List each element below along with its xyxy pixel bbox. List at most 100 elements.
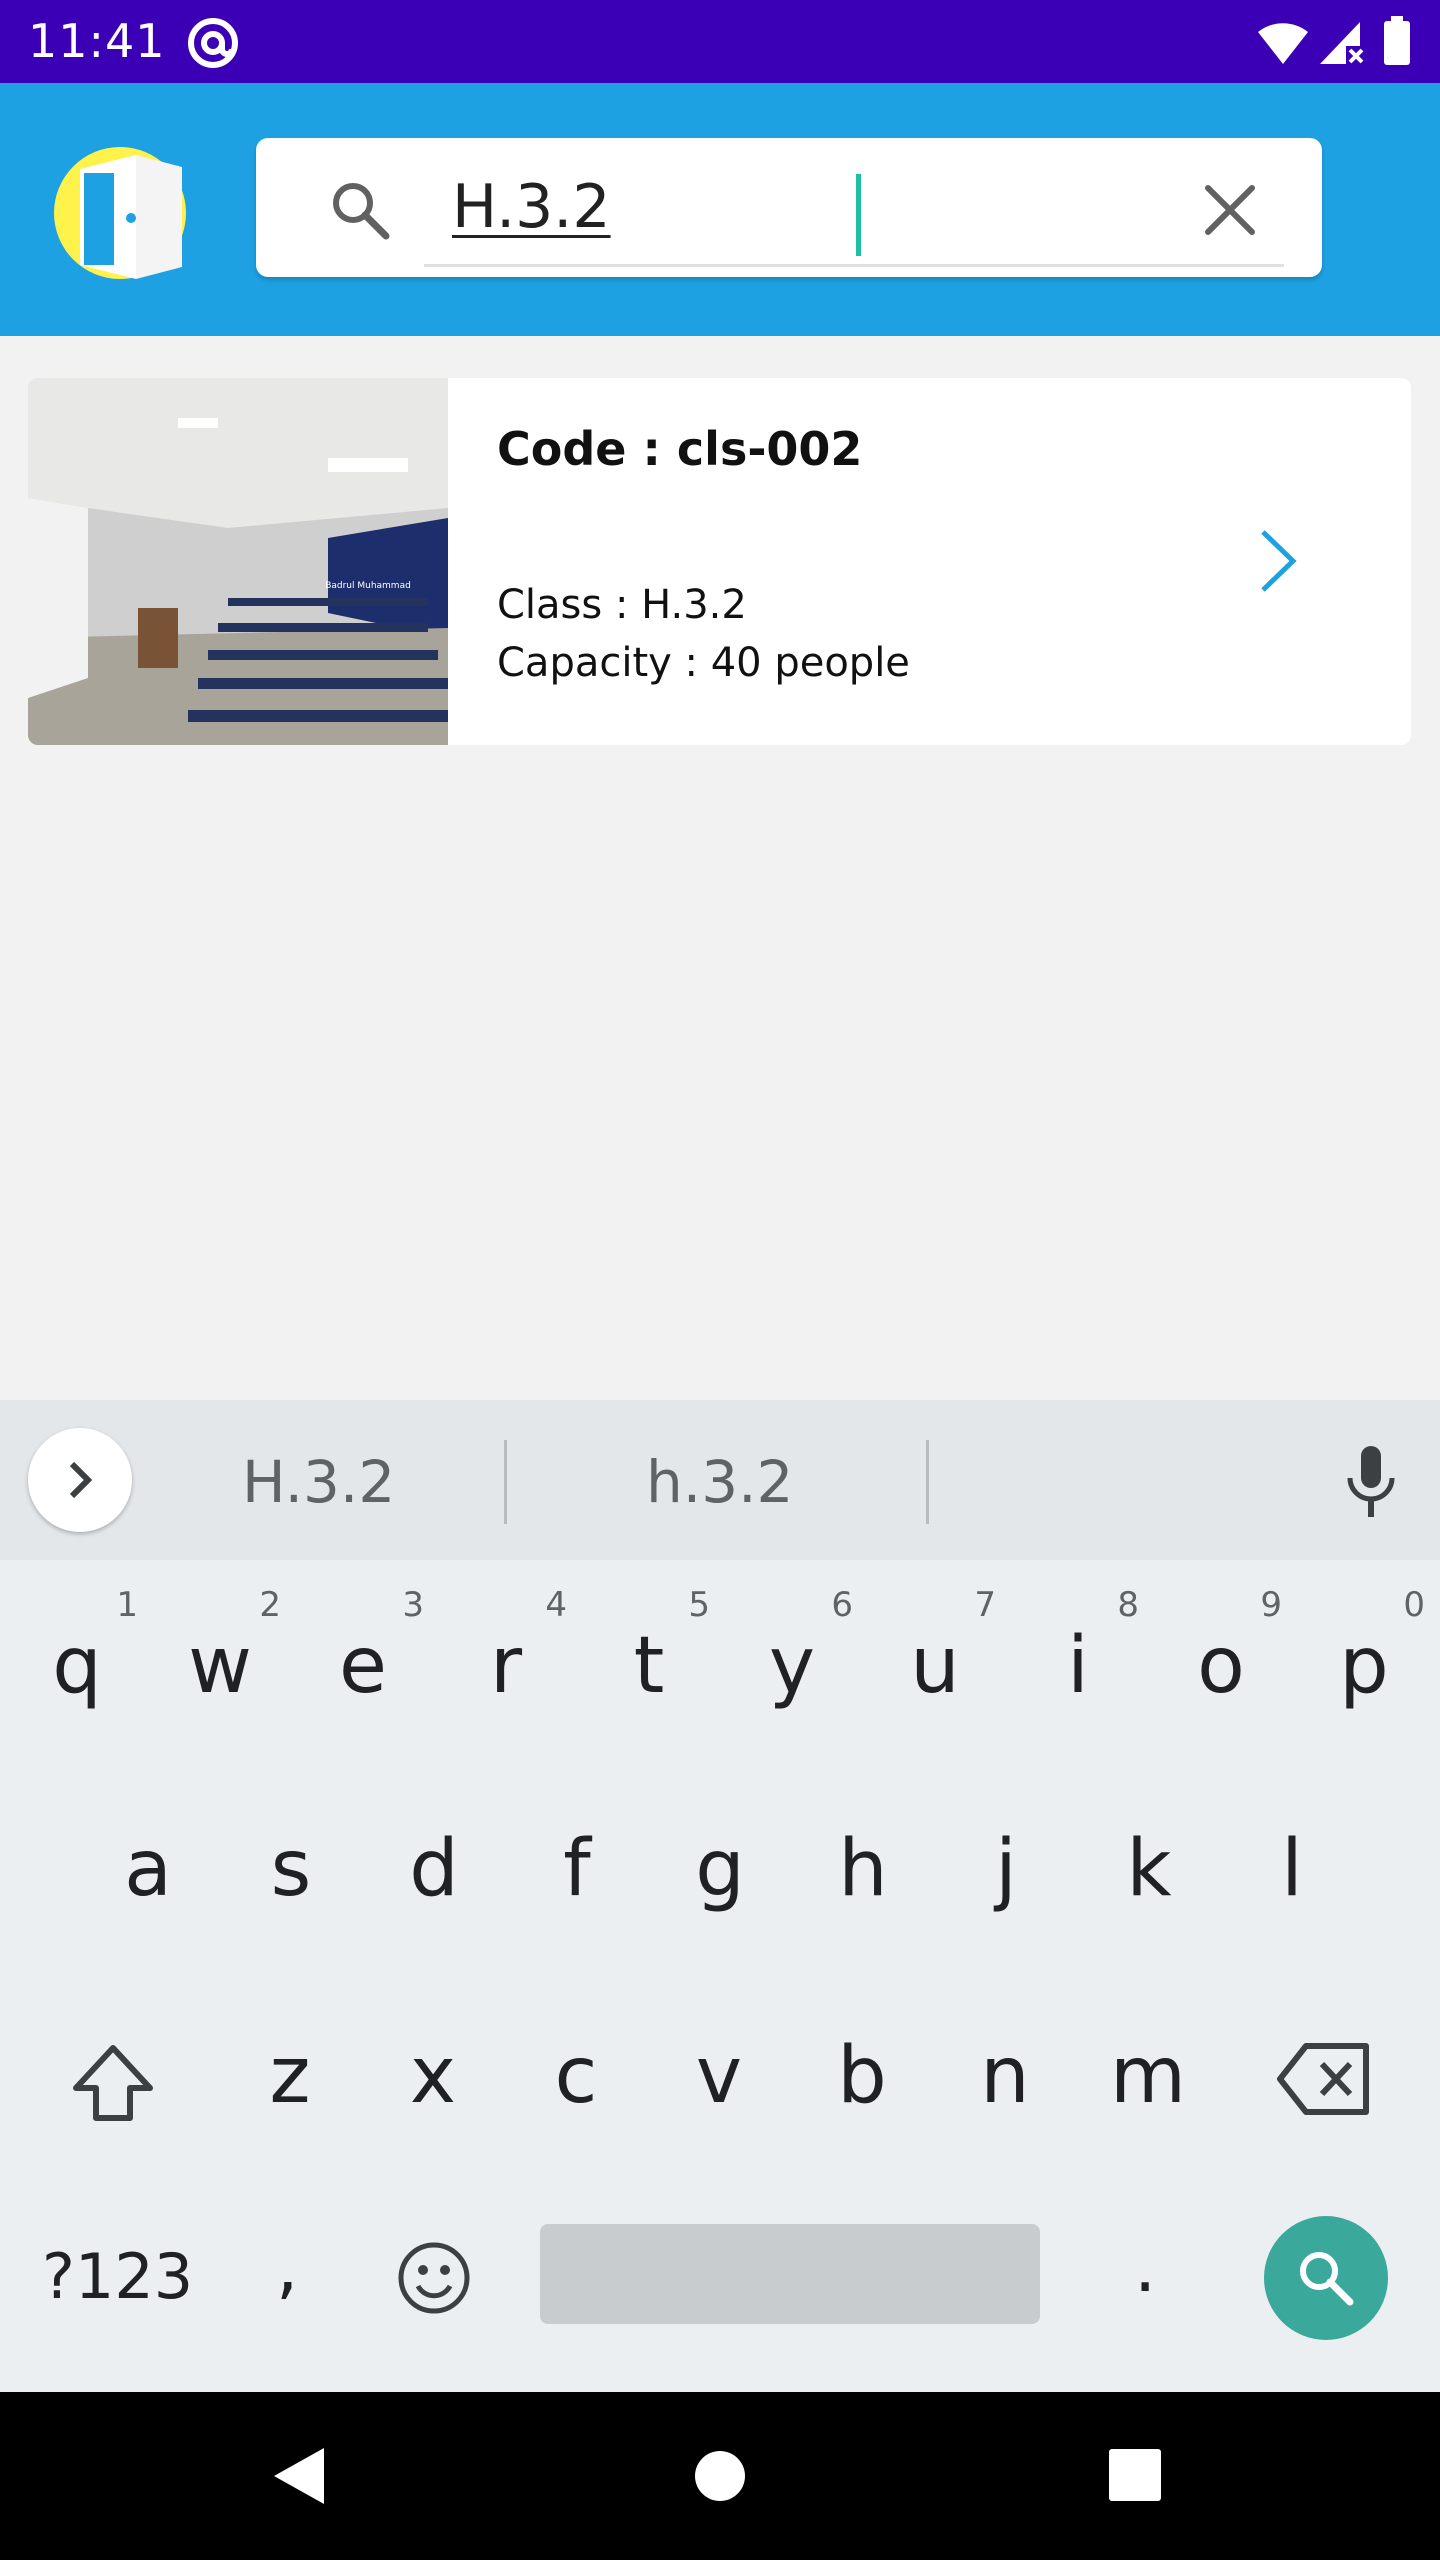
- keyboard-search-button[interactable]: [1264, 2216, 1388, 2340]
- key-label: e: [339, 1621, 387, 1711]
- period-key[interactable]: .: [1134, 2226, 1156, 2308]
- key-w[interactable]: w2: [149, 1565, 291, 1745]
- emoji-icon[interactable]: [396, 2240, 472, 2316]
- key-label: p: [1339, 1621, 1389, 1711]
- soft-keyboard: H.3.2 h.3.2 q1w2e3r4t5y6u7i8o9p0 asdfghj…: [0, 1400, 1440, 2392]
- key-label: z: [269, 2031, 311, 2121]
- key-h[interactable]: h: [792, 1768, 934, 1948]
- status-bar: 11:41: [0, 0, 1440, 83]
- key-a[interactable]: a: [77, 1768, 219, 1948]
- search-icon: [1300, 2252, 1354, 2306]
- key-label: q: [52, 1621, 102, 1711]
- suggestion-divider: [504, 1440, 507, 1524]
- key-label: j: [995, 1824, 1017, 1914]
- nav-home-icon[interactable]: [694, 2450, 746, 2502]
- key-hint: 7: [974, 1585, 996, 1625]
- key-label: t: [633, 1621, 665, 1711]
- suggestion-divider: [926, 1440, 929, 1524]
- suggestion-strip: H.3.2 h.3.2: [0, 1400, 1440, 1560]
- key-hint: 6: [831, 1585, 853, 1625]
- key-b[interactable]: b: [791, 1975, 933, 2155]
- nav-back-icon[interactable]: [268, 2444, 330, 2508]
- key-q[interactable]: q1: [6, 1565, 148, 1745]
- door-logo-icon[interactable]: [52, 145, 192, 285]
- key-label: n: [980, 2031, 1030, 2121]
- spacebar[interactable]: [540, 2224, 1040, 2324]
- key-t[interactable]: t5: [578, 1565, 720, 1745]
- classroom-result-card[interactable]: Badrul Muhammad Code : cls-002 Class : H…: [28, 378, 1411, 745]
- chevron-right-small-icon: [69, 1461, 93, 1499]
- key-label: i: [1067, 1621, 1089, 1711]
- key-i[interactable]: i8: [1007, 1565, 1149, 1745]
- classroom-class: Class : H.3.2: [497, 582, 747, 628]
- status-time: 11:41: [28, 14, 166, 68]
- app-bar: [0, 83, 1440, 336]
- key-l[interactable]: l: [1221, 1768, 1363, 1948]
- shift-icon[interactable]: [70, 2040, 156, 2126]
- key-e[interactable]: e3: [292, 1565, 434, 1745]
- chevron-right-icon[interactable]: [1253, 526, 1303, 596]
- nav-recents-icon[interactable]: [1108, 2448, 1162, 2502]
- key-label: d: [409, 1824, 459, 1914]
- key-s[interactable]: s: [220, 1768, 362, 1948]
- navigation-bar: [0, 2392, 1440, 2560]
- key-label: k: [1126, 1824, 1172, 1914]
- key-y[interactable]: y6: [721, 1565, 863, 1745]
- key-hint: 5: [688, 1585, 710, 1625]
- key-label: c: [554, 2031, 598, 2121]
- backspace-icon[interactable]: [1276, 2040, 1372, 2118]
- key-n[interactable]: n: [934, 1975, 1076, 2155]
- at-sign-icon: [188, 18, 238, 68]
- key-label: s: [270, 1824, 312, 1914]
- suggestion-1[interactable]: H.3.2: [242, 1448, 395, 1516]
- key-label: l: [1281, 1824, 1303, 1914]
- key-label: x: [409, 2031, 457, 2121]
- key-label: h: [838, 1824, 888, 1914]
- key-g[interactable]: g: [649, 1768, 791, 1948]
- key-r[interactable]: r4: [435, 1565, 577, 1745]
- symbols-key[interactable]: ?123: [42, 2240, 193, 2313]
- key-hint: 9: [1260, 1585, 1282, 1625]
- key-label: v: [695, 2031, 743, 2121]
- key-hint: 3: [402, 1585, 424, 1625]
- expand-toolbar-button[interactable]: [28, 1428, 132, 1532]
- comma-key[interactable]: ,: [276, 2226, 298, 2308]
- key-label: w: [188, 1621, 252, 1711]
- key-c[interactable]: c: [505, 1975, 647, 2155]
- key-x[interactable]: x: [362, 1975, 504, 2155]
- key-o[interactable]: o9: [1150, 1565, 1292, 1745]
- key-label: y: [768, 1621, 816, 1711]
- key-j[interactable]: j: [935, 1768, 1077, 1948]
- search-underline: [424, 264, 1284, 267]
- key-label: u: [910, 1621, 960, 1711]
- key-hint: 8: [1117, 1585, 1139, 1625]
- key-label: a: [124, 1824, 172, 1914]
- key-label: m: [1110, 2031, 1186, 2121]
- text-caret: [856, 174, 861, 256]
- suggestion-2[interactable]: h.3.2: [646, 1448, 793, 1516]
- key-m[interactable]: m: [1077, 1975, 1219, 2155]
- key-z[interactable]: z: [219, 1975, 361, 2155]
- key-k[interactable]: k: [1078, 1768, 1220, 1948]
- wifi-icon: [1258, 23, 1308, 64]
- mic-icon[interactable]: [1340, 1444, 1402, 1520]
- key-label: r: [489, 1621, 523, 1711]
- key-label: o: [1197, 1621, 1245, 1711]
- key-d[interactable]: d: [363, 1768, 505, 1948]
- classroom-code: Code : cls-002: [497, 422, 863, 476]
- photo-caption: Badrul Muhammad: [325, 581, 411, 591]
- key-label: f: [563, 1824, 591, 1914]
- classroom-photo: Badrul Muhammad: [28, 378, 448, 745]
- battery-icon: [1384, 16, 1410, 65]
- key-hint: 0: [1403, 1585, 1425, 1625]
- key-u[interactable]: u7: [864, 1565, 1006, 1745]
- key-hint: 1: [116, 1585, 138, 1625]
- key-p[interactable]: p0: [1293, 1565, 1435, 1745]
- key-hint: 2: [259, 1585, 281, 1625]
- key-v[interactable]: v: [648, 1975, 790, 2155]
- search-input[interactable]: [452, 164, 1192, 250]
- search-box[interactable]: [256, 138, 1322, 277]
- key-f[interactable]: f: [506, 1768, 648, 1948]
- clear-icon[interactable]: [1196, 176, 1264, 244]
- signal-icon: [1320, 22, 1364, 64]
